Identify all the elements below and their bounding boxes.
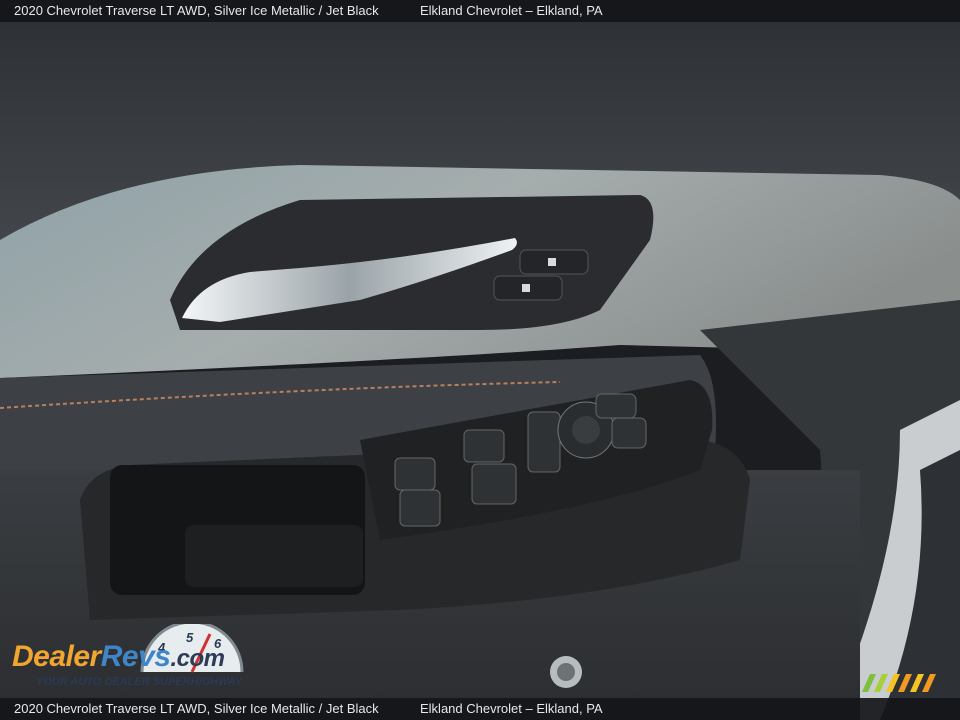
dealer-caption-bottom: Elkland Chevrolet – Elkland, PA <box>420 701 603 716</box>
logo-part-dealer: Dealer <box>12 640 101 673</box>
dealer-caption: Elkland Chevrolet – Elkland, PA <box>420 3 603 18</box>
caption-bar-top: 2020 Chevrolet Traverse LT AWD, Silver I… <box>0 0 960 22</box>
photo-stage: 2020 Chevrolet Traverse LT AWD, Silver I… <box>0 0 960 720</box>
car-door-interior-photo <box>0 0 960 720</box>
dealerrevs-watermark: 4 5 6 DealerRevs.com YOUR AUTO DEALER SU… <box>12 624 272 694</box>
logo-part-com: .com <box>170 645 225 672</box>
watermark-logo: DealerRevs.com <box>12 640 225 674</box>
watermark-tagline: YOUR AUTO DEALER SUPERHIGHWAY <box>36 676 243 688</box>
vehicle-caption-bottom: 2020 Chevrolet Traverse LT AWD, Silver I… <box>14 701 379 716</box>
vehicle-caption: 2020 Chevrolet Traverse LT AWD, Silver I… <box>14 3 379 18</box>
logo-part-revs: Revs <box>100 640 171 673</box>
stripes-logo-icon <box>862 674 936 692</box>
caption-bar-bottom: 2020 Chevrolet Traverse LT AWD, Silver I… <box>0 698 960 720</box>
